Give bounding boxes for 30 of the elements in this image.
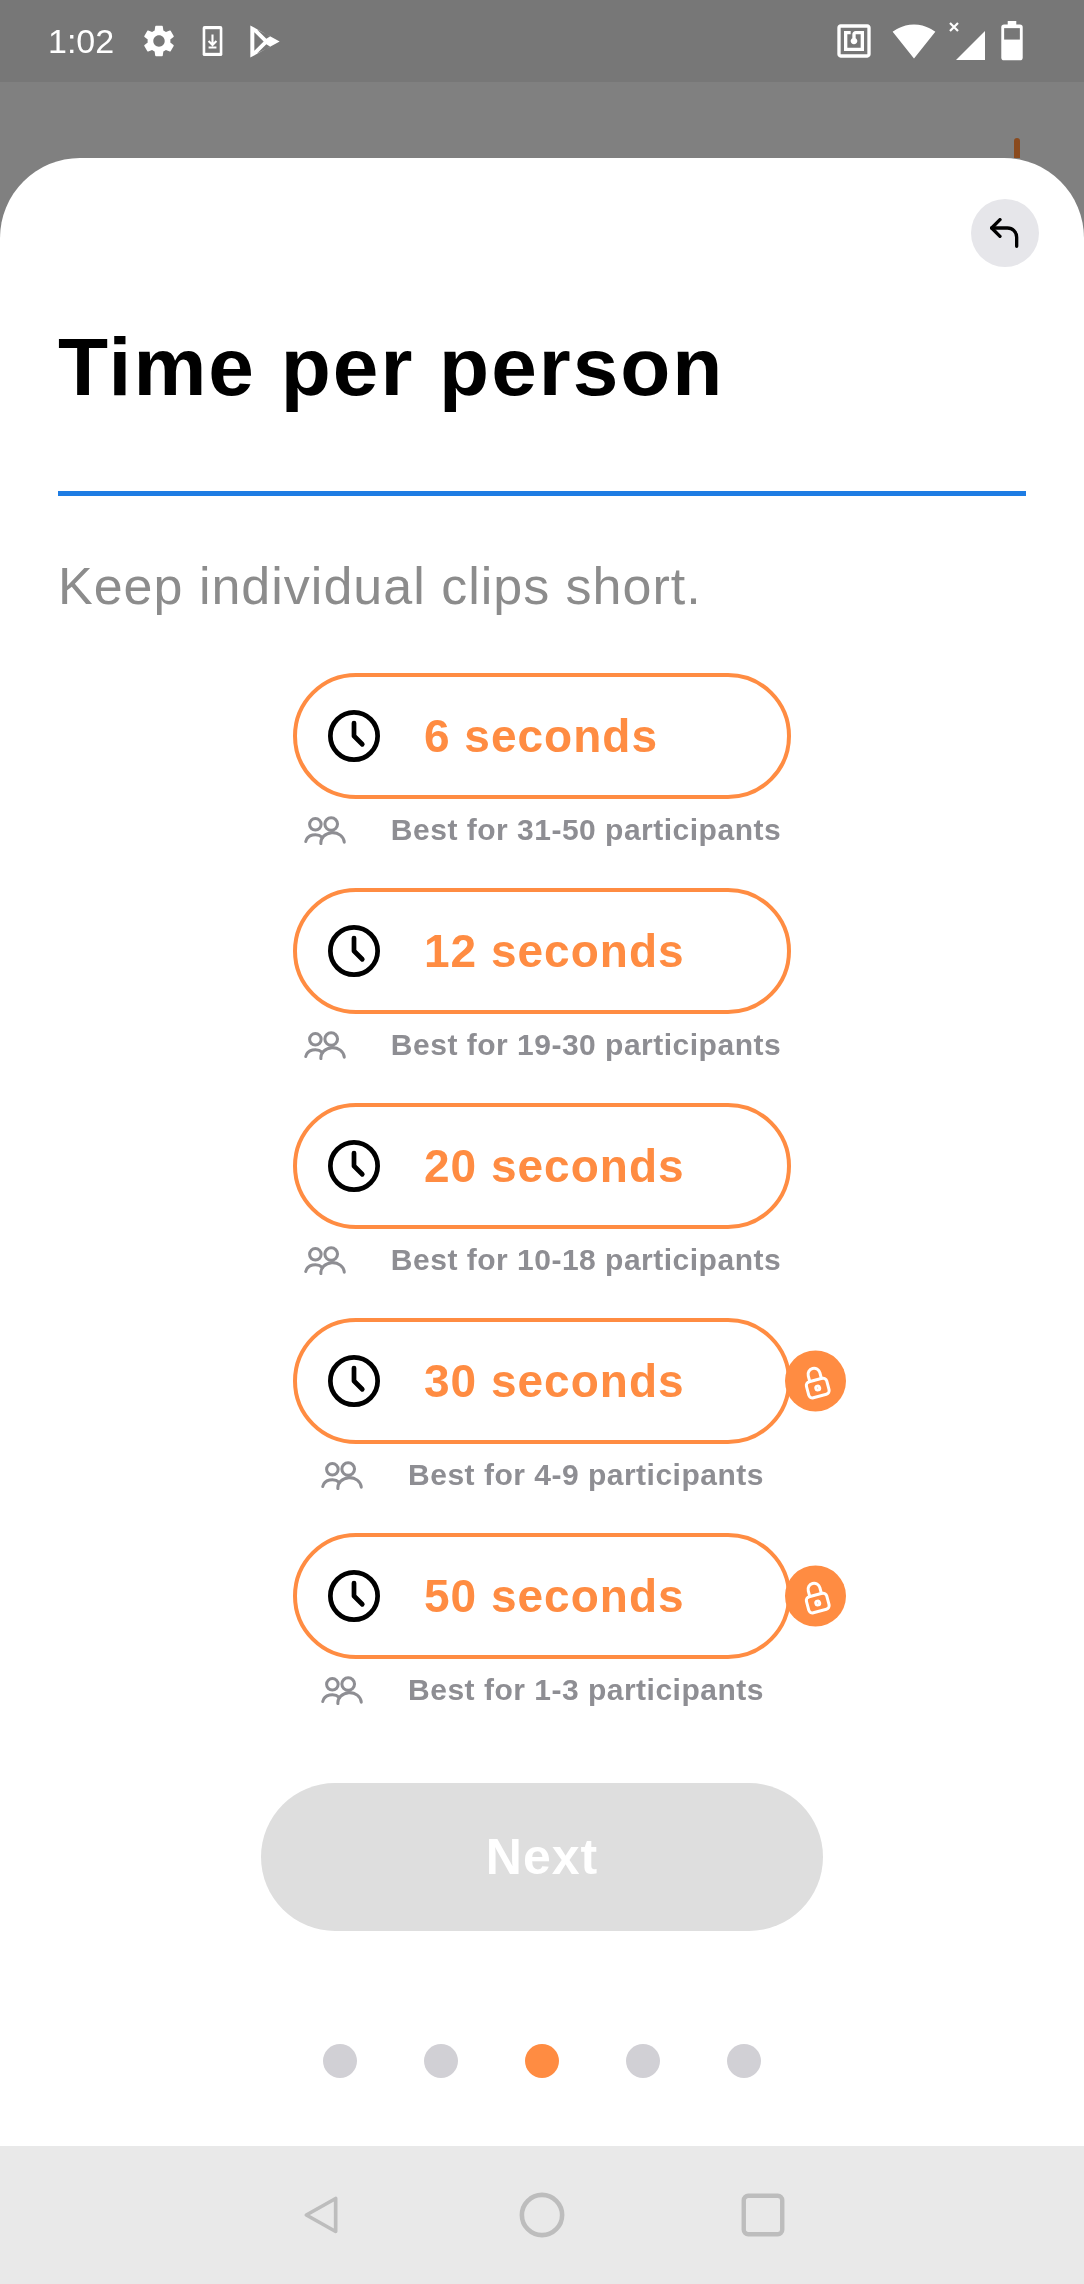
battery-icon xyxy=(1000,21,1024,61)
clock-icon xyxy=(328,1355,380,1407)
home-icon[interactable] xyxy=(519,2192,565,2238)
clock-icon xyxy=(328,1140,380,1192)
participants-caption: Best for 19-30 participants xyxy=(390,1030,782,1060)
phone-download-icon xyxy=(202,25,224,57)
participants-caption: Best for 10-18 participants xyxy=(390,1245,782,1275)
nfc-icon xyxy=(834,21,874,61)
clock-icon xyxy=(328,710,380,762)
people-icon xyxy=(302,1245,347,1275)
back-arrow-icon xyxy=(990,218,1020,248)
people-icon xyxy=(302,815,347,845)
people-icon xyxy=(320,1675,365,1705)
people-icon xyxy=(320,1460,365,1490)
sheet-subtitle: Keep individual clips short. xyxy=(58,556,703,616)
clock-icon xyxy=(328,925,380,977)
signal-icon xyxy=(946,21,986,61)
duration-option[interactable]: 6 seconds xyxy=(293,673,791,799)
participants-caption: Best for 4-9 participants xyxy=(408,1460,764,1490)
clock-icon xyxy=(328,1570,380,1622)
play-triangle-icon xyxy=(249,23,282,59)
participants-caption: Best for 31-50 participants xyxy=(390,815,782,845)
status-time: 1:02 xyxy=(48,24,115,58)
recents-icon[interactable] xyxy=(741,2193,785,2237)
duration-option[interactable]: 50 seconds xyxy=(293,1533,791,1659)
duration-option[interactable]: 20 seconds xyxy=(293,1103,791,1229)
duration-option[interactable]: 12 seconds xyxy=(293,888,791,1014)
duration-option[interactable]: 30 seconds xyxy=(293,1318,791,1444)
people-icon xyxy=(302,1030,347,1060)
participants-caption: Best for 1-3 participants xyxy=(408,1675,764,1705)
